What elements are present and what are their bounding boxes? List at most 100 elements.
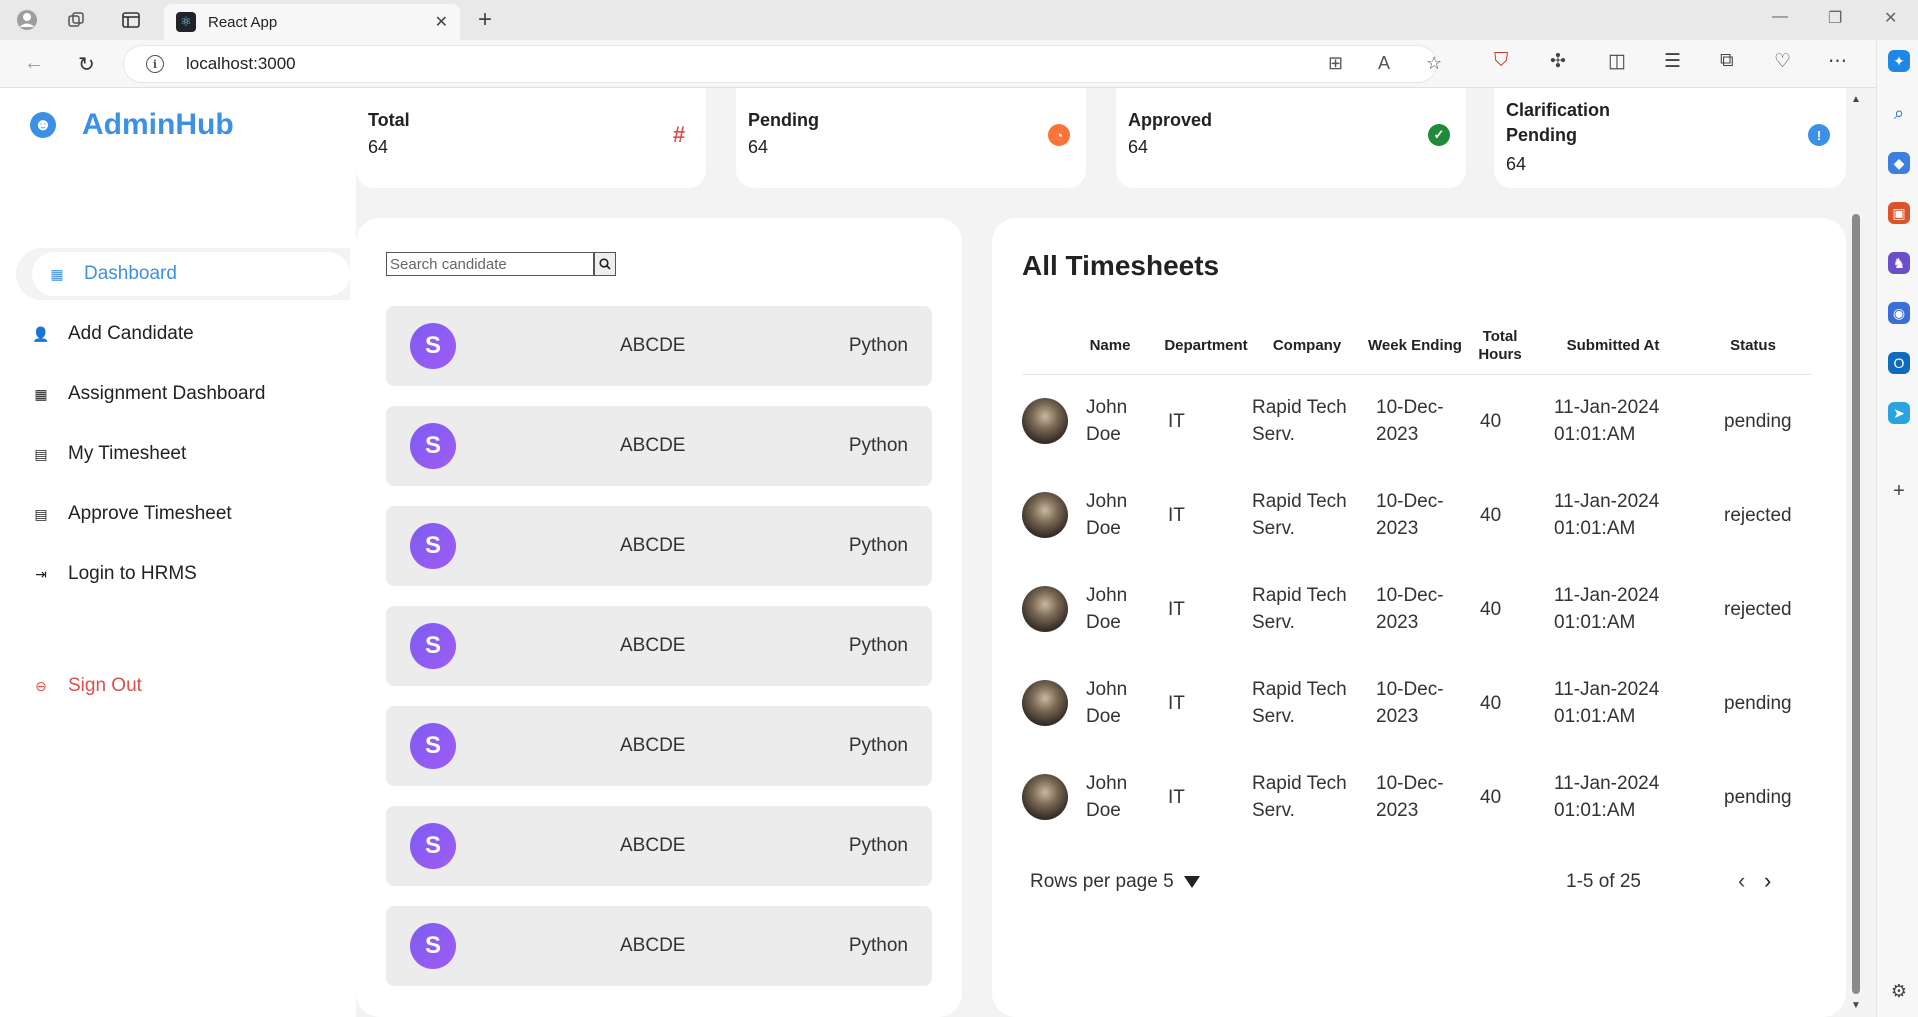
hours-cell: 40 [1480,410,1502,432]
rows-per-page-select[interactable]: 5 [1163,871,1200,892]
list-item[interactable]: S ABCDE Python [386,406,932,486]
login-icon: ⇥ [35,565,47,582]
rows-per-page-value[interactable]: 5 [1163,871,1174,892]
table-row[interactable]: John Doe IT Rapid Tech Serv. 10-Dec-2023… [1022,468,1812,562]
close-window-icon[interactable]: ✕ [1884,8,1897,28]
sidebar-item-login-hrms[interactable]: ⇥ Login to HRMS [16,548,350,600]
settings-gear-icon[interactable]: ⚙ [1888,980,1910,1002]
workspaces-icon[interactable] [64,8,90,32]
search-icon[interactable] [594,252,616,276]
vertical-tabs-icon[interactable] [118,8,144,32]
employee-name: John Doe [1086,585,1128,633]
candidate-skill: Python [848,435,908,456]
user-plus-icon: 👤 [32,325,50,342]
games-icon[interactable]: ♞ [1888,252,1910,274]
table-row[interactable]: John Doe IT Rapid Tech Serv. 10-Dec-2023… [1022,562,1812,656]
list-item[interactable]: S ABCDE Python [386,506,932,586]
scroll-thumb[interactable] [1852,214,1860,994]
list-item[interactable]: S ABCDE Python [386,606,932,686]
caret-down-icon[interactable] [1183,875,1200,888]
list-item[interactable]: S ABCDE Python [386,806,932,886]
sidebar-item-sign-out[interactable]: ⊖ Sign Out [16,660,350,712]
candidate-panel: S ABCDE Python S ABCDE Python S ABCDE Py… [356,218,962,1017]
column-header-department[interactable]: Department [1160,318,1252,375]
sidebar-item-add-candidate[interactable]: 👤 Add Candidate [16,308,350,360]
address-bar[interactable]: i localhost:3000 ⊞ A ☆ [124,46,1442,82]
stat-value: 64 [1128,137,1149,157]
profile-icon[interactable] [14,8,40,32]
sidebar-item-label: Login to HRMS [68,563,197,584]
collections-icon[interactable]: ⧉ [1720,50,1734,72]
sidebar-item-label: Sign Out [68,675,142,696]
sidebar-item-approve-timesheet[interactable]: ▤ Approve Timesheet [16,488,350,540]
new-tab-button[interactable]: + [478,6,492,34]
stat-label: Pending [748,110,819,130]
department-cell: IT [1168,410,1185,432]
scroll-down-icon[interactable]: ▼ [1851,1000,1861,1011]
column-header-total-hours[interactable]: Total Hours [1468,318,1532,375]
check-icon: ✓ [1428,124,1450,146]
week-ending-cell: 10-Dec-2023 [1376,491,1444,539]
company-cell: Rapid Tech Serv. [1252,773,1347,821]
back-icon[interactable]: ← [24,52,44,75]
timesheets-table: Name Department Company Week Ending Tota… [1022,318,1812,844]
list-item[interactable]: S ABCDE Python [386,306,932,386]
outlook-icon[interactable]: O [1888,352,1910,374]
page-title: All Timesheets [1022,250,1220,281]
company-cell: Rapid Tech Serv. [1252,679,1347,727]
site-info-icon[interactable]: i [146,55,164,73]
minimize-icon[interactable]: — [1772,8,1788,26]
column-header-status[interactable]: Status [1694,318,1812,375]
restore-icon[interactable]: ❐ [1828,8,1842,28]
chevron-right-icon[interactable]: › [1764,868,1771,894]
list-item[interactable]: S ABCDE Python [386,706,932,786]
candidate-name: ABCDE [620,735,686,756]
app-available-icon[interactable]: ⊞ [1328,53,1343,74]
column-header-name[interactable]: Name [1022,318,1160,375]
table-row[interactable]: John Doe IT Rapid Tech Serv. 10-Dec-2023… [1022,374,1812,468]
copilot-icon[interactable]: ✦ [1888,50,1910,72]
scroll-up-icon[interactable]: ▲ [1851,94,1861,105]
column-header-week-ending[interactable]: Week Ending [1362,318,1468,375]
brand[interactable]: ☻ AdminHub [30,108,234,142]
sidebar-item-assignment-dashboard[interactable]: ▦ Assignment Dashboard [16,368,350,420]
favorites-icon[interactable]: ☰ [1664,50,1681,73]
extension-shield-icon[interactable]: ⛉ [1494,50,1508,72]
refresh-icon[interactable]: ↻ [78,52,95,77]
candidate-name: ABCDE [620,935,686,956]
avatar [1022,774,1068,820]
browser-toolbar: ← ↻ i localhost:3000 ⊞ A ☆ ⛉ ✣ ◫ ☰ ⧉ ♡ ⋯ [0,40,1918,88]
shopping-icon[interactable]: ◆ [1888,152,1910,174]
microsoft365-icon[interactable]: ◉ [1888,302,1910,324]
search-input[interactable] [386,252,594,276]
column-header-company[interactable]: Company [1252,318,1362,375]
rows-per-page-label: Rows per page [1030,871,1158,892]
sidebar-item-dashboard[interactable]: ▦ Dashboard [16,248,350,300]
table-row[interactable]: John Doe IT Rapid Tech Serv. 10-Dec-2023… [1022,750,1812,844]
more-menu-icon[interactable]: ⋯ [1828,50,1847,73]
browser-tab-active[interactable]: ⚛ React App ✕ [164,4,460,40]
read-aloud-icon[interactable]: A [1378,53,1390,74]
list-item[interactable]: S ABCDE Python [386,906,932,986]
status-badge: rejected [1724,598,1792,620]
chevron-left-icon[interactable]: ‹ [1738,868,1745,894]
department-cell: IT [1168,598,1185,620]
extensions-icon[interactable]: ✣ [1550,50,1566,73]
tools-icon[interactable]: ▣ [1888,202,1910,224]
url-text[interactable]: localhost:3000 [186,54,296,74]
close-tab-icon[interactable]: ✕ [435,12,448,32]
column-header-submitted-at[interactable]: Submitted At [1532,318,1694,375]
page-scrollbar[interactable]: ▲ ▼ [1848,88,1864,1017]
stat-card-approved: Approved 64 ✓ [1116,88,1466,188]
stat-value: 64 [1506,154,1527,174]
split-screen-icon[interactable]: ◫ [1608,50,1626,73]
send-icon[interactable]: ➤ [1888,402,1910,424]
add-sidebar-app-icon[interactable]: + [1888,480,1910,502]
search-icon[interactable]: ⌕ [1888,102,1910,124]
favorite-star-icon[interactable]: ☆ [1426,53,1442,74]
candidate-skill: Python [848,535,908,556]
status-badge: rejected [1724,504,1792,526]
browser-essentials-icon[interactable]: ♡ [1774,50,1791,73]
sidebar-item-my-timesheet[interactable]: ▤ My Timesheet [16,428,350,480]
table-row[interactable]: John Doe IT Rapid Tech Serv. 10-Dec-2023… [1022,656,1812,750]
